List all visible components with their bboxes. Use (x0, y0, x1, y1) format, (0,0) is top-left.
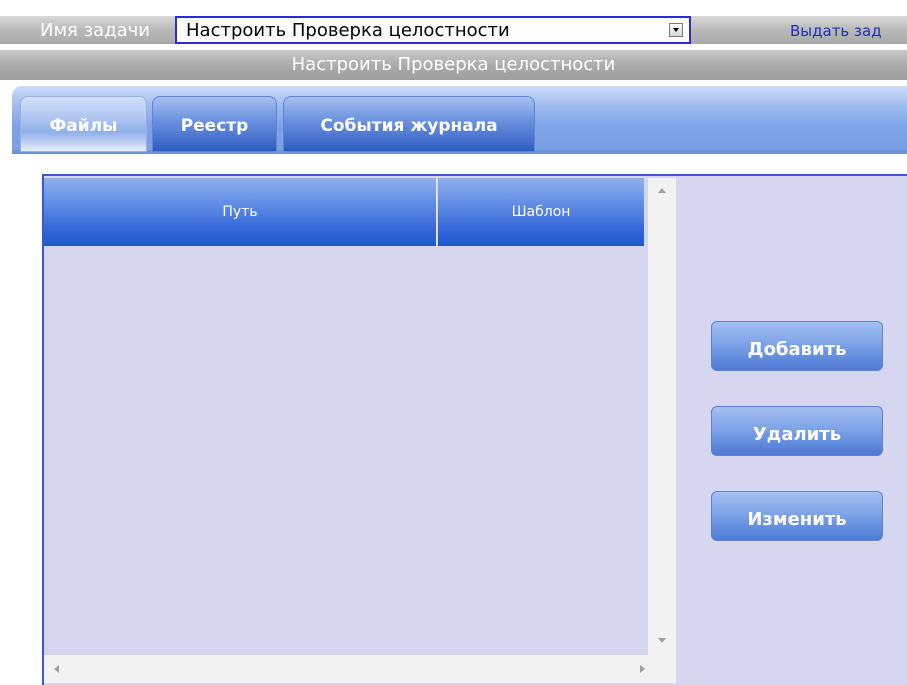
issue-task-link[interactable]: Выдать зад (790, 20, 882, 42)
horizontal-scrollbar[interactable] (44, 655, 676, 683)
task-name-select-value: Настроить Проверка целостности (186, 20, 510, 41)
add-button[interactable]: Добавить (711, 321, 883, 371)
table-header: Путь Шаблон (44, 178, 644, 246)
task-name-label: Имя задачи (40, 20, 151, 41)
edit-button[interactable]: Изменить (711, 491, 883, 541)
scroll-down-icon[interactable] (658, 638, 666, 643)
column-header-path[interactable]: Путь (44, 178, 437, 246)
vertical-scrollbar[interactable] (648, 178, 676, 655)
scroll-right-icon[interactable] (640, 665, 645, 673)
tab-files[interactable]: Файлы (20, 96, 147, 152)
delete-button[interactable]: Удалить (711, 406, 883, 456)
task-name-select[interactable]: Настроить Проверка целостности (175, 16, 691, 44)
tab-event-log[interactable]: События журнала (283, 96, 535, 152)
page-title-bar: Настроить Проверка целостности (0, 50, 907, 80)
scroll-left-icon[interactable] (54, 665, 59, 673)
page-title: Настроить Проверка целостности (291, 54, 616, 75)
chevron-down-icon[interactable] (669, 23, 683, 37)
tab-registry[interactable]: Реестр (152, 96, 277, 152)
scroll-up-icon[interactable] (658, 188, 666, 193)
files-table[interactable] (44, 178, 648, 683)
column-header-template[interactable]: Шаблон (438, 178, 644, 246)
